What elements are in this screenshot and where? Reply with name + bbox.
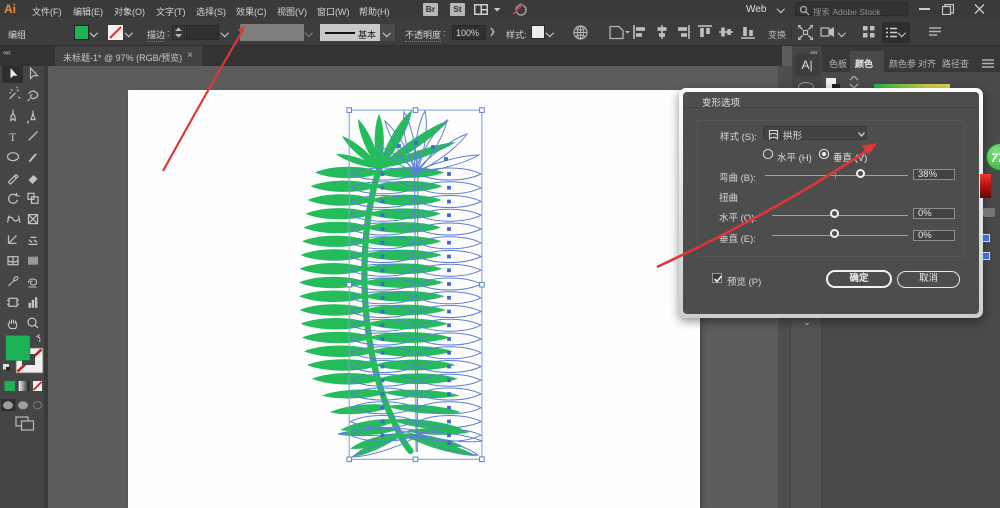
svg-text:T: T <box>9 130 17 144</box>
